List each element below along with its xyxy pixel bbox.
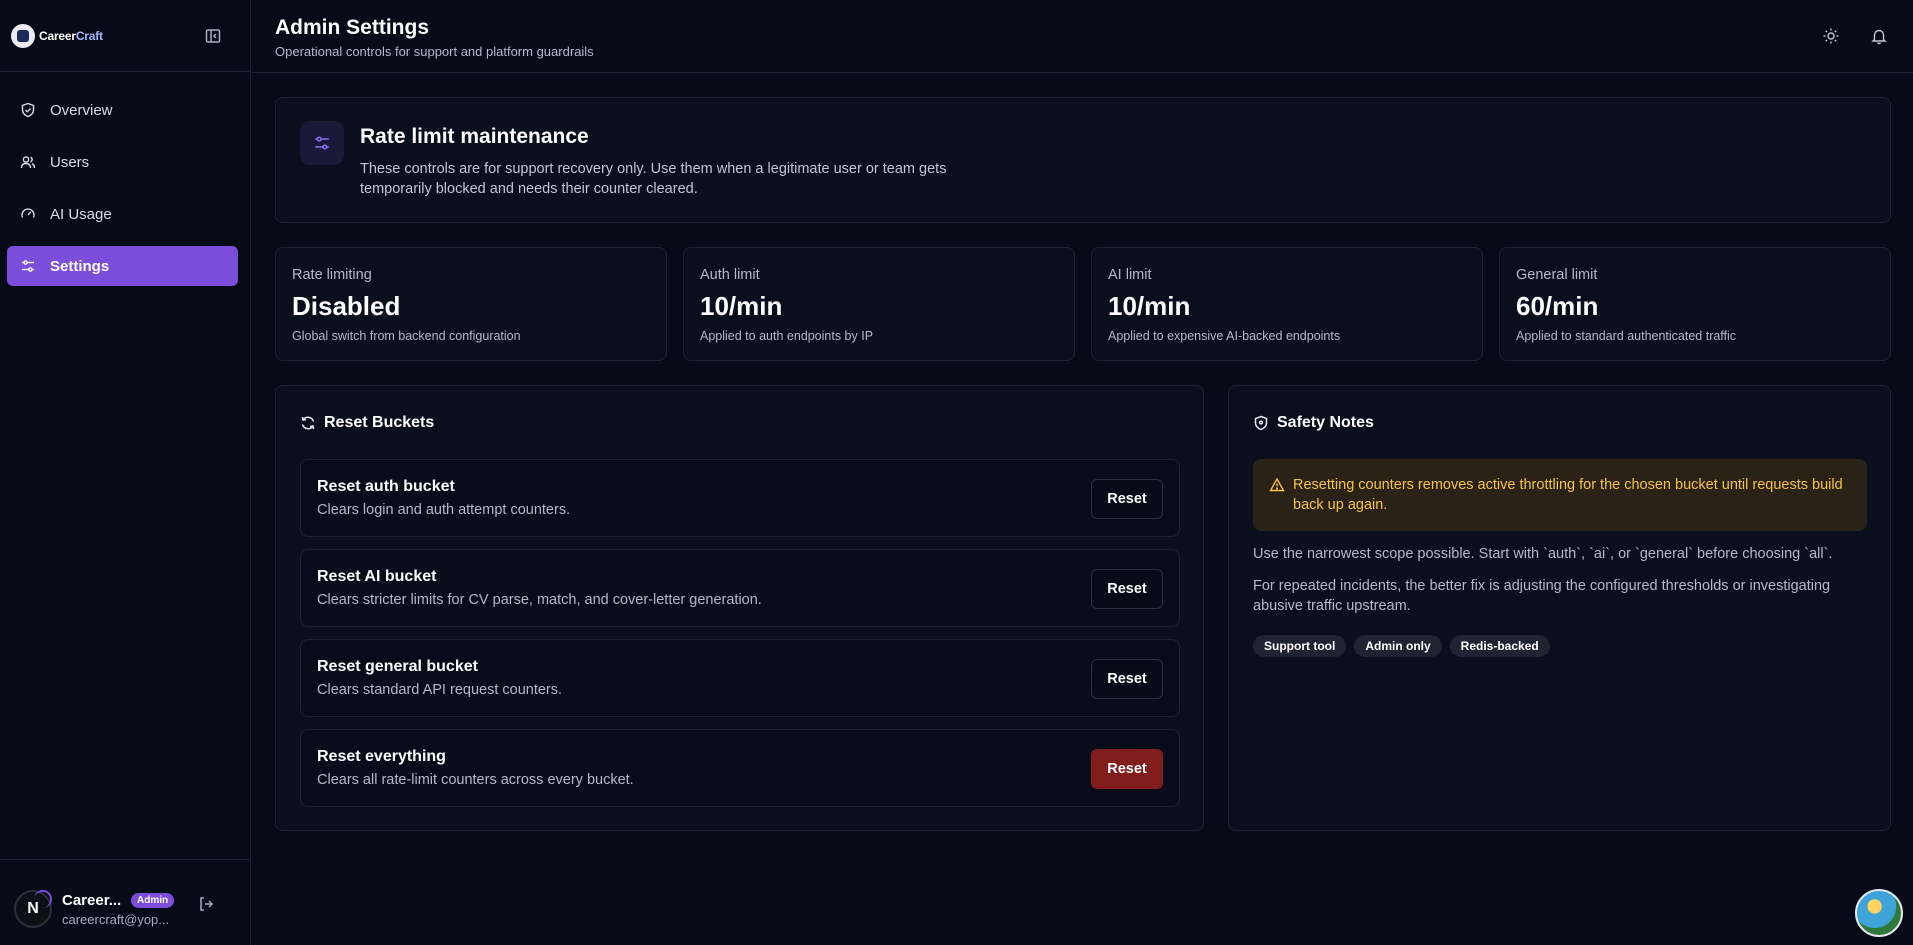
notifications-bell-icon[interactable]: [1870, 27, 1888, 45]
logo-text: CareerCraft: [39, 29, 103, 43]
stat-card-general-limit: General limit 60/min Applied to standard…: [1499, 247, 1891, 361]
stat-value: 10/min: [1108, 291, 1191, 321]
sidebar-item-overview[interactable]: Overview: [7, 90, 238, 130]
sidebar-nav: Overview Users AI Usage Settings: [7, 90, 238, 298]
section-title-text: Safety Notes: [1277, 414, 1374, 431]
warning-alert-text: Resetting counters removes active thrott…: [1293, 477, 1843, 513]
stat-value: 10/min: [700, 291, 783, 321]
logout-icon[interactable]: [197, 895, 215, 913]
stat-value: 60/min: [1516, 291, 1599, 321]
sidebar-item-ai-usage[interactable]: AI Usage: [7, 194, 238, 234]
tag-list: Support tool Admin only Redis-backed: [1253, 635, 1550, 657]
page-subtitle: Operational controls for support and pla…: [275, 44, 594, 59]
warning-alert: Resetting counters removes active thrott…: [1253, 459, 1867, 531]
reset-general-button[interactable]: Reset: [1091, 659, 1163, 699]
sidebar-collapse-icon[interactable]: [204, 27, 222, 45]
stat-label: AI limit: [1108, 267, 1152, 283]
sidebar-item-settings[interactable]: Settings: [7, 246, 238, 286]
sliders-icon: [315, 136, 329, 150]
tag: Admin only: [1354, 635, 1442, 657]
stat-note: Global switch from backend configuration: [292, 329, 521, 343]
stat-card-ai-limit: AI limit 10/min Applied to expensive AI-…: [1091, 247, 1483, 361]
tag: Redis-backed: [1449, 635, 1550, 657]
stat-label: General limit: [1516, 267, 1598, 283]
role-badge: Admin: [131, 893, 175, 908]
safety-notes-card: Safety Notes Resetting counters removes …: [1228, 385, 1891, 831]
assistant-avatar-button[interactable]: [1855, 889, 1903, 937]
logo-text-main: Career: [39, 29, 76, 43]
stat-card-rate-limiting: Rate limiting Disabled Global switch fro…: [275, 247, 667, 361]
logo-text-accent: Craft: [75, 29, 103, 43]
sliders-icon: [22, 260, 34, 272]
section-title: Safety Notes: [1253, 414, 1374, 432]
bucket-title: Reset general bucket: [317, 658, 478, 675]
section-title-text: Reset Buckets: [324, 414, 435, 431]
bucket-title: Reset auth bucket: [317, 478, 455, 495]
bucket-row-everything: Reset everything Clears all rate-limit c…: [300, 729, 1180, 807]
bucket-description: Clears all rate-limit counters across ev…: [317, 772, 634, 788]
stat-label: Auth limit: [700, 267, 760, 283]
sidebar-user-panel: N Career... Admin careercraft@yop...: [0, 859, 251, 945]
sidebar: CareerCraft Overview Users AI Usage Sett…: [0, 0, 251, 945]
bucket-title: Reset everything: [317, 748, 446, 765]
hero-description: These controls are for support recovery …: [360, 161, 947, 197]
stat-note: Applied to auth endpoints by IP: [700, 329, 874, 343]
shield-icon: [1254, 415, 1268, 431]
reset-everything-button[interactable]: Reset: [1091, 749, 1163, 789]
sidebar-header: CareerCraft: [0, 0, 250, 72]
safety-note: Use the narrowest scope possible. Start …: [1253, 546, 1833, 562]
bucket-description: Clears standard API request counters.: [317, 682, 563, 698]
page-header: Admin Settings Operational controls for …: [252, 0, 1913, 73]
rate-limit-maintenance-card: Rate limit maintenance These controls ar…: [275, 97, 1891, 223]
stat-note: Applied to standard authenticated traffi…: [1516, 329, 1737, 343]
stat-note: Applied to expensive AI-backed endpoints: [1108, 329, 1341, 343]
theme-toggle-sun-icon[interactable]: [1822, 27, 1840, 45]
hero-title: Rate limit maintenance: [360, 125, 589, 148]
user-email: careercraft@yop...: [62, 912, 170, 927]
bucket-title: Reset AI bucket: [317, 568, 437, 585]
bucket-row-auth: Reset auth bucket Clears login and auth …: [300, 459, 1180, 537]
sidebar-item-label: AI Usage: [50, 205, 112, 223]
bucket-description: Clears login and auth attempt counters.: [317, 502, 571, 518]
warning-triangle-icon: [1269, 477, 1285, 492]
avatar[interactable]: N: [14, 890, 52, 928]
hero-icon-box: [300, 121, 344, 165]
refresh-icon: [301, 416, 315, 430]
section-title: Reset Buckets: [300, 414, 434, 432]
user-name: Career...: [62, 892, 122, 909]
bucket-row-general: Reset general bucket Clears standard API…: [300, 639, 1180, 717]
sidebar-item-users[interactable]: Users: [7, 142, 238, 182]
page-title: Admin Settings: [275, 16, 430, 39]
stat-value: Disabled: [292, 291, 401, 321]
logo-mark-icon: [11, 24, 35, 48]
stat-label: Rate limiting: [292, 267, 372, 283]
bucket-description: Clears stricter limits for CV parse, mat…: [317, 592, 762, 608]
sidebar-item-label: Settings: [50, 257, 110, 275]
app-logo[interactable]: CareerCraft: [11, 24, 103, 48]
reset-buckets-card: Reset Buckets Reset auth bucket Clears l…: [275, 385, 1204, 831]
shield-check-icon: [21, 102, 35, 118]
bucket-row-ai: Reset AI bucket Clears stricter limits f…: [300, 549, 1180, 627]
users-icon: [20, 156, 36, 169]
sidebar-item-label: Users: [50, 153, 90, 171]
stat-card-auth-limit: Auth limit 10/min Applied to auth endpoi…: [683, 247, 1075, 361]
reset-auth-button[interactable]: Reset: [1091, 479, 1163, 519]
tag: Support tool: [1253, 635, 1347, 657]
gauge-icon: [21, 208, 35, 218]
sidebar-item-label: Overview: [50, 101, 113, 119]
reset-ai-button[interactable]: Reset: [1091, 569, 1163, 609]
safety-note: For repeated incidents, the better fix i…: [1253, 578, 1831, 614]
